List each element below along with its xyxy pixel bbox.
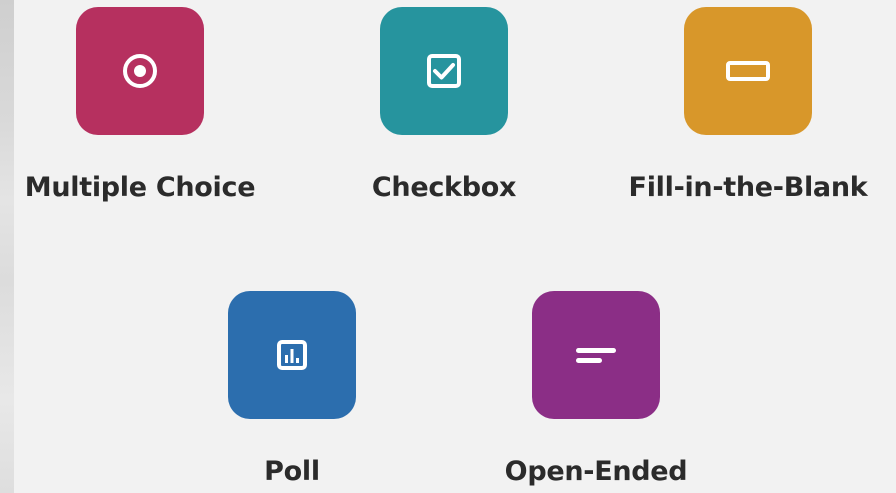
- fill-in-the-blank-label: Fill-in-the-Blank: [628, 172, 868, 203]
- blank-field-icon: [726, 61, 770, 81]
- checkbox-button[interactable]: [380, 7, 508, 135]
- text-lines-icon: [576, 348, 616, 363]
- radio-icon: [123, 54, 157, 88]
- poll-label: Poll: [264, 456, 320, 487]
- multiple-choice-label: Multiple Choice: [24, 172, 256, 203]
- fill-in-the-blank-button[interactable]: [684, 7, 812, 135]
- open-ended-label: Open-Ended: [504, 456, 688, 487]
- background-edge: [0, 0, 14, 493]
- checkbox-label: Checkbox: [371, 172, 517, 203]
- checkbox-icon: [427, 54, 461, 88]
- open-ended-button[interactable]: [532, 291, 660, 419]
- poll-button[interactable]: [228, 291, 356, 419]
- multiple-choice-button[interactable]: [76, 7, 204, 135]
- poll-chart-icon: [277, 340, 307, 370]
